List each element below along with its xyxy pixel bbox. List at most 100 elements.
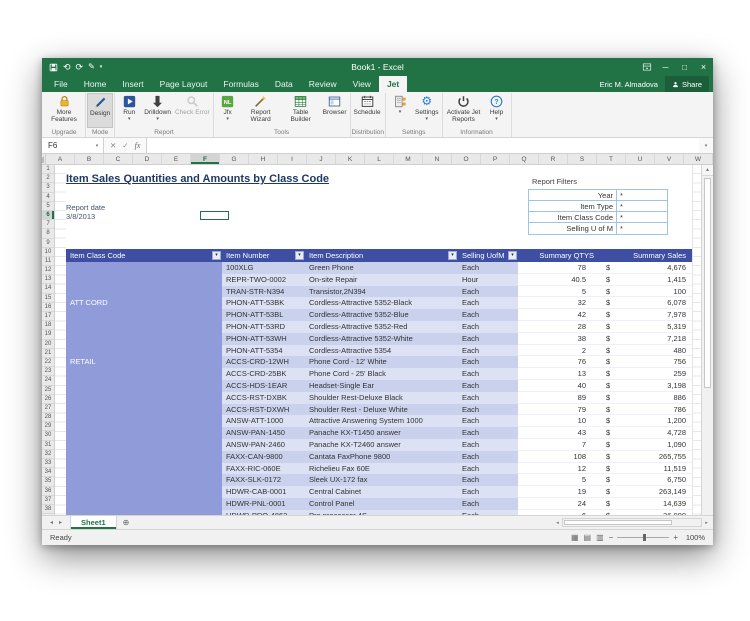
table-cell[interactable]: $265,755 bbox=[600, 451, 692, 463]
sheet-nav-left-icon[interactable]: ◂ bbox=[50, 519, 53, 526]
table-cell[interactable]: 7 bbox=[518, 439, 600, 451]
redo-icon[interactable]: ⟳ bbox=[76, 63, 84, 72]
column-header-J[interactable]: J bbox=[307, 154, 336, 164]
column-header-B[interactable]: B bbox=[75, 154, 104, 164]
table-cell[interactable]: 40.5 bbox=[518, 274, 600, 286]
table-cell[interactable]: Phone Cord - 25' Black bbox=[305, 368, 458, 380]
filter-value[interactable]: * bbox=[617, 190, 667, 200]
table-cell[interactable]: ACCS-CRD-25BK bbox=[222, 368, 305, 380]
table-cell[interactable]: HDWR-PRO-4862 bbox=[222, 510, 305, 515]
table-cell[interactable]: $480 bbox=[600, 345, 692, 357]
sheet-nav-right-icon[interactable]: ▸ bbox=[59, 519, 62, 526]
table-cell[interactable]: Each bbox=[458, 451, 518, 463]
table-header-summary-qtys[interactable]: Summary QTYS bbox=[518, 249, 600, 262]
row-header-21[interactable]: 21 bbox=[42, 349, 54, 358]
table-builder-button[interactable]: Table Builder bbox=[281, 93, 321, 128]
browser-button[interactable]: Browser bbox=[321, 93, 349, 128]
enter-icon[interactable]: ✓ bbox=[122, 141, 128, 150]
table-cell[interactable]: $786 bbox=[600, 404, 692, 416]
table-cell[interactable] bbox=[66, 392, 222, 404]
table-cell[interactable] bbox=[66, 451, 222, 463]
table-cell[interactable]: 108 bbox=[518, 451, 600, 463]
table-cell[interactable]: 40 bbox=[518, 380, 600, 392]
activate-jet-reports-button[interactable]: Activate Jet Reports bbox=[444, 93, 484, 128]
filter-value[interactable]: * bbox=[617, 212, 667, 222]
filter-dropdown-icon[interactable]: ▾ bbox=[295, 251, 304, 260]
table-cell[interactable]: $6,750 bbox=[600, 474, 692, 486]
ribbon-tab-view[interactable]: View bbox=[345, 76, 379, 92]
row-header-35[interactable]: 35 bbox=[42, 477, 54, 486]
column-header-T[interactable]: T bbox=[597, 154, 626, 164]
filter-value[interactable]: * bbox=[617, 223, 667, 234]
table-cell[interactable]: Each bbox=[458, 297, 518, 309]
save-icon[interactable] bbox=[49, 63, 58, 72]
zoom-slider[interactable] bbox=[617, 537, 669, 538]
table-header-item-class-code[interactable]: Item Class Code▾ bbox=[66, 249, 222, 262]
row-header-17[interactable]: 17 bbox=[42, 312, 54, 321]
table-cell[interactable]: Each bbox=[458, 380, 518, 392]
column-header-C[interactable]: C bbox=[104, 154, 133, 164]
table-cell[interactable]: Panache KX-T2460 answer bbox=[305, 439, 458, 451]
help-button[interactable]: ?Help▾ bbox=[484, 93, 510, 128]
ribbon-tab-insert[interactable]: Insert bbox=[114, 76, 151, 92]
schedule-button[interactable]: Schedule bbox=[352, 93, 383, 128]
table-cell[interactable]: 79 bbox=[518, 404, 600, 416]
row-header-30[interactable]: 30 bbox=[42, 431, 54, 440]
table-cell[interactable]: $5,319 bbox=[600, 321, 692, 333]
table-cell[interactable]: Sleek UX-172 fax bbox=[305, 474, 458, 486]
table-cell[interactable] bbox=[66, 321, 222, 333]
more-features-button[interactable]: More Features bbox=[44, 93, 84, 128]
table-cell[interactable]: $756 bbox=[600, 356, 692, 368]
ribbon-tab-jet[interactable]: Jet bbox=[379, 76, 407, 92]
table-cell[interactable]: Cordless-Attractive 5352-White bbox=[305, 333, 458, 345]
column-header-S[interactable]: S bbox=[568, 154, 597, 164]
table-cell[interactable]: Central Cabinet bbox=[305, 486, 458, 498]
table-cell[interactable]: Each bbox=[458, 415, 518, 427]
vertical-scroll-thumb[interactable] bbox=[704, 178, 711, 388]
table-cell[interactable] bbox=[66, 498, 222, 510]
column-header-U[interactable]: U bbox=[626, 154, 655, 164]
table-cell[interactable] bbox=[66, 510, 222, 515]
table-cell[interactable]: 32 bbox=[518, 297, 600, 309]
row-header-34[interactable]: 34 bbox=[42, 468, 54, 477]
run-button[interactable]: Run▾ bbox=[116, 93, 142, 128]
report-date-value[interactable]: 3/8/2013 bbox=[66, 212, 95, 221]
sheet-grid[interactable]: Item Sales Quantities and Amounts by Cla… bbox=[55, 165, 701, 515]
selected-cell-F6[interactable] bbox=[200, 211, 229, 220]
table-cell[interactable]: TRAN-STR-N394 bbox=[222, 286, 305, 298]
table-cell[interactable]: Cordless-Attractive 5354 bbox=[305, 345, 458, 357]
table-cell[interactable]: Green Phone bbox=[305, 262, 458, 274]
table-cell[interactable]: $3,198 bbox=[600, 380, 692, 392]
table-cell[interactable]: HDWR-PNL-0001 bbox=[222, 498, 305, 510]
table-cell[interactable]: $100 bbox=[600, 286, 692, 298]
table-cell[interactable] bbox=[66, 286, 222, 298]
table-cell[interactable]: 42 bbox=[518, 309, 600, 321]
table-cell[interactable]: 38 bbox=[518, 333, 600, 345]
table-cell[interactable]: 28 bbox=[518, 321, 600, 333]
table-cell[interactable] bbox=[66, 345, 222, 357]
table-cell[interactable]: PHON-ATT-53RD bbox=[222, 321, 305, 333]
data-source-settings-button[interactable]: ▾ bbox=[387, 93, 413, 128]
table-cell[interactable] bbox=[66, 439, 222, 451]
table-cell[interactable]: PHON-ATT-5354 bbox=[222, 345, 305, 357]
table-cell[interactable] bbox=[66, 309, 222, 321]
row-header-16[interactable]: 16 bbox=[42, 303, 54, 312]
ribbon-tab-data[interactable]: Data bbox=[267, 76, 301, 92]
table-cell[interactable]: Cordless-Attractive 5352-Red bbox=[305, 321, 458, 333]
table-cell[interactable]: $14,639 bbox=[600, 498, 692, 510]
table-cell[interactable]: FAXX-CAN-9800 bbox=[222, 451, 305, 463]
table-cell[interactable] bbox=[66, 368, 222, 380]
share-button[interactable]: Share bbox=[665, 76, 709, 92]
hscroll-track[interactable] bbox=[562, 518, 702, 527]
table-cell[interactable] bbox=[66, 474, 222, 486]
table-cell[interactable]: 89 bbox=[518, 392, 600, 404]
table-cell[interactable]: 12 bbox=[518, 463, 600, 475]
row-header-20[interactable]: 20 bbox=[42, 340, 54, 349]
table-cell[interactable]: $1,090 bbox=[600, 439, 692, 451]
table-cell[interactable]: $259 bbox=[600, 368, 692, 380]
ribbon-tab-review[interactable]: Review bbox=[301, 76, 345, 92]
table-cell[interactable]: $36,000 bbox=[600, 510, 692, 515]
table-cell[interactable]: Each bbox=[458, 427, 518, 439]
row-header-18[interactable]: 18 bbox=[42, 321, 54, 330]
row-header-2[interactable]: 2 bbox=[42, 174, 54, 183]
